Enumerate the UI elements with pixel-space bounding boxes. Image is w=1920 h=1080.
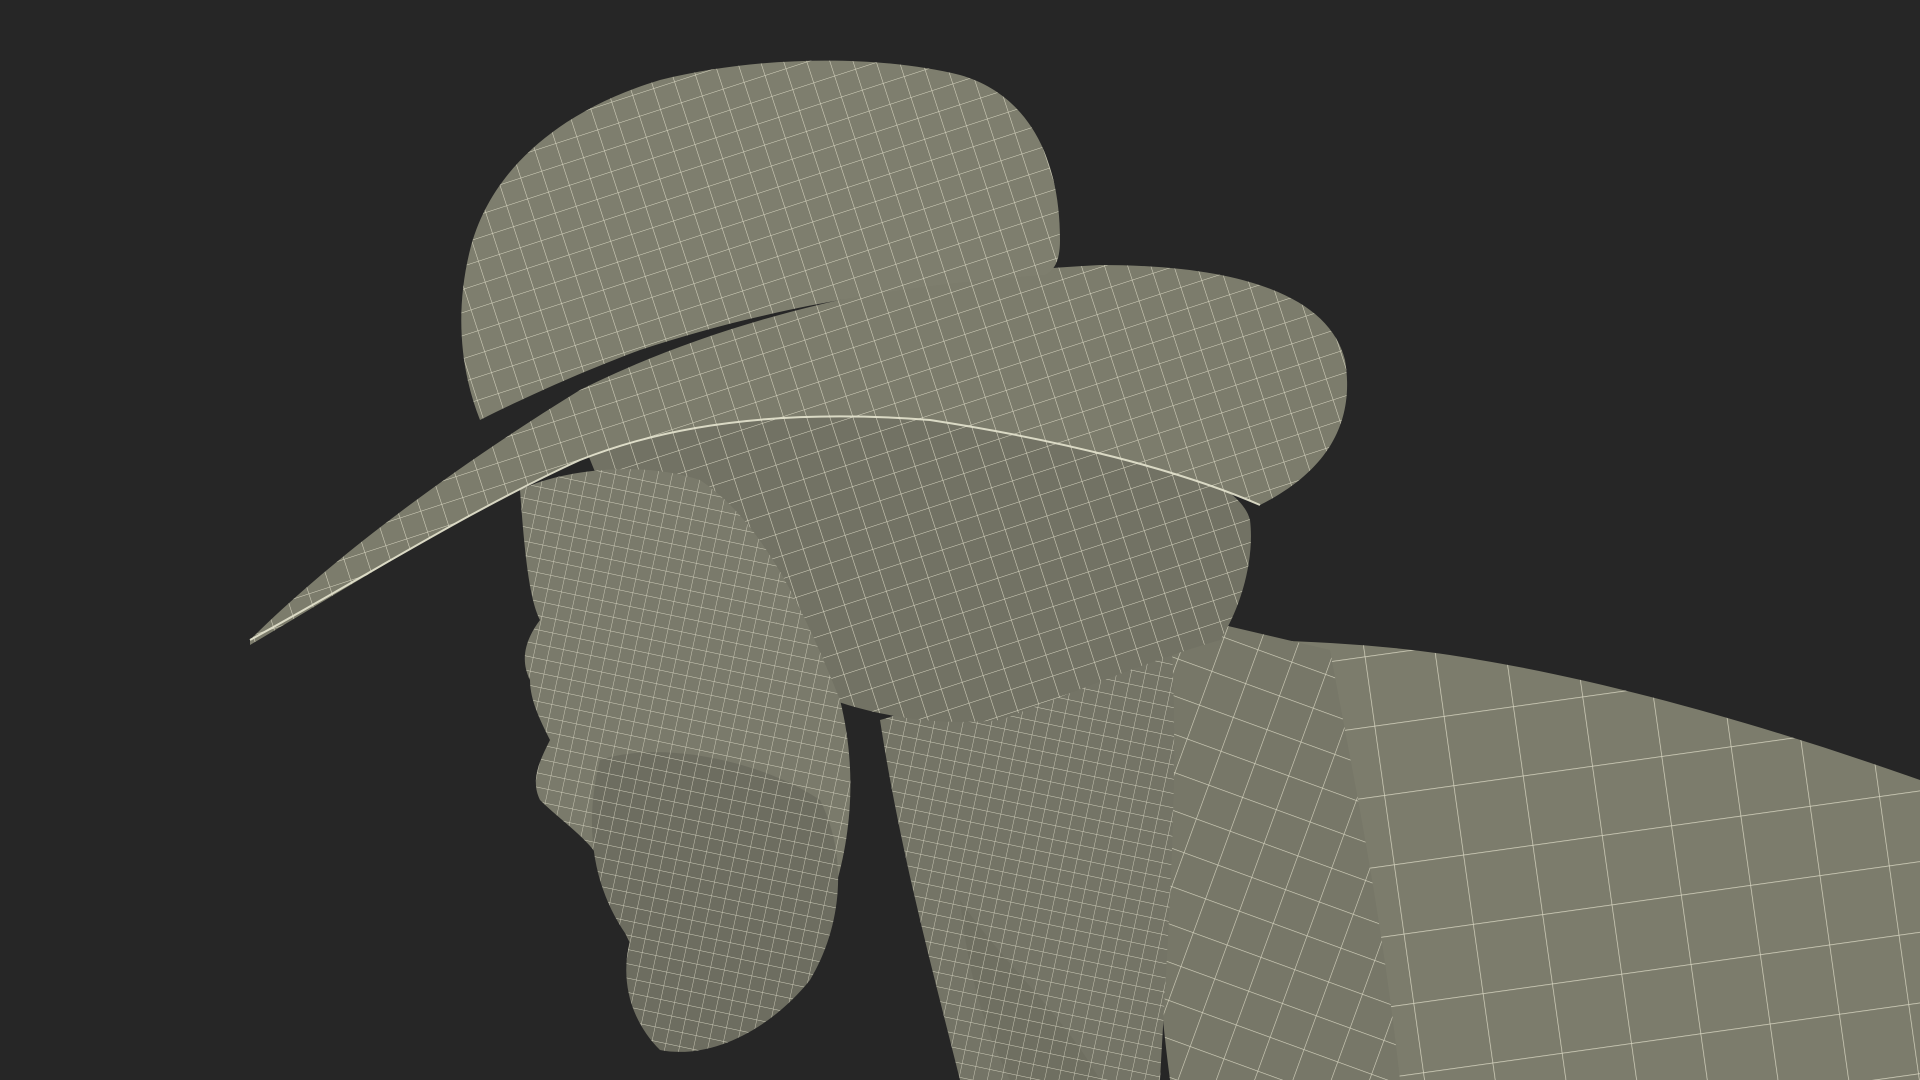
render-viewport bbox=[0, 0, 1920, 1080]
wireframe-render bbox=[249, 60, 1920, 1080]
beard-mesh bbox=[591, 752, 839, 1052]
